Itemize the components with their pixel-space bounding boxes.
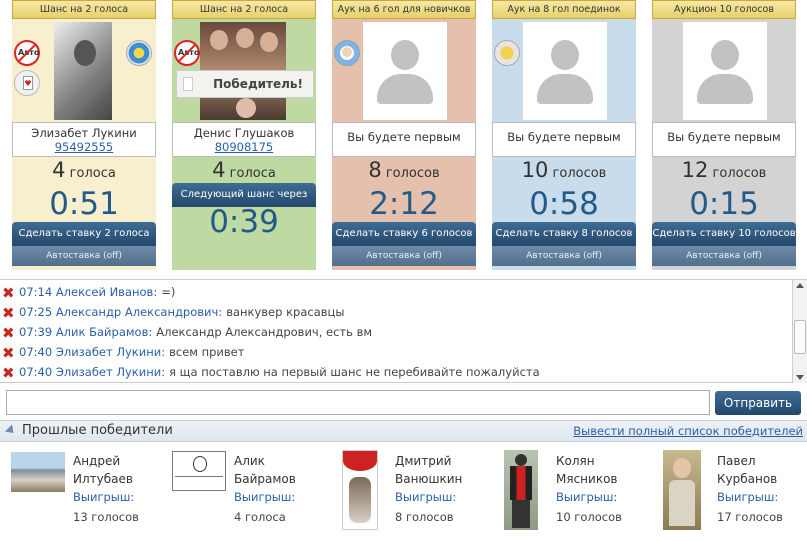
- delete-icon[interactable]: ✖: [2, 345, 16, 360]
- autobid-toggle[interactable]: Автоставка (off): [332, 246, 476, 266]
- winner-badge: Победитель!: [176, 70, 314, 98]
- newbie-icon: [334, 40, 360, 66]
- chat-message: ✖ 07:25 Александр Александрович: ванкувер …: [2, 303, 345, 322]
- chat-message: ✖ 07:40 Элизабет Лукини: всем привет: [2, 343, 245, 362]
- votes-count: 4 голоса: [52, 158, 116, 182]
- full-winners-link[interactable]: Вывести полный список победителей: [573, 424, 803, 438]
- empty-photo-placeholder: [683, 22, 767, 120]
- countdown-timer: 0:15: [689, 186, 759, 222]
- countdown-timer: 0:39: [209, 204, 279, 240]
- votes-count: 8 голосов: [368, 158, 440, 182]
- winners-title: Прошлые победители: [22, 423, 173, 438]
- votes-count: 4 голоса: [212, 158, 276, 182]
- scroll-down-icon[interactable]: [796, 375, 804, 380]
- autobid-toggle[interactable]: Автоставка (off): [492, 246, 636, 266]
- coins-icon: [494, 40, 520, 66]
- placeholder-name: Вы будете первым: [652, 122, 796, 157]
- leader-name-box: Элизабет Лукини 95492555: [12, 122, 156, 157]
- auction-title: Аук на 6 гол для новичков: [332, 0, 476, 19]
- autobid-toggle[interactable]: Автоставка (off): [12, 246, 156, 266]
- winner-avatar[interactable]: [172, 451, 226, 491]
- leader-photo: [54, 22, 112, 120]
- bid-button[interactable]: Сделать ставку 6 голосов: [332, 222, 476, 246]
- chat-message: ✖ 07:14 Алексей Иванов: =): [2, 283, 176, 302]
- delete-icon[interactable]: ✖: [2, 325, 16, 340]
- delete-icon[interactable]: ✖: [2, 285, 16, 300]
- empty-photo-placeholder: [523, 22, 607, 120]
- winner-avatar[interactable]: [342, 450, 378, 530]
- bid-button[interactable]: Сделать ставку 2 голоса: [12, 222, 156, 246]
- auction-card-4: Аук на 8 гол поединок Вы будете первым 1…: [492, 0, 636, 270]
- leader-name: Денис Глушаков: [193, 126, 295, 140]
- auction-title: Аукцион 10 голосов: [652, 0, 796, 19]
- winner-avatar[interactable]: [663, 450, 701, 530]
- countdown-timer: 2:12: [369, 186, 439, 222]
- delete-icon[interactable]: ✖: [2, 305, 16, 320]
- auction-title: Шанс на 2 голоса: [12, 0, 156, 19]
- chat-input[interactable]: [6, 390, 710, 415]
- auction-title: Шанс на 2 голоса: [172, 0, 316, 19]
- scroll-thumb[interactable]: [794, 320, 806, 354]
- votes-count: 10 голосов: [521, 158, 607, 182]
- auction-title: Аук на 8 гол поединок: [492, 0, 636, 19]
- auction-card-5: Аукцион 10 голосов Вы будете первым 12 г…: [652, 0, 796, 270]
- votes-count: 12 голосов: [681, 158, 767, 182]
- chat-message: ✖ 07:39 Алик Байрамов: Александр Александр…: [2, 323, 373, 342]
- leader-id-link[interactable]: 80908175: [173, 140, 315, 154]
- winner-avatar[interactable]: [504, 450, 538, 530]
- bid-button[interactable]: Сделать ставку 8 голосов: [492, 222, 636, 246]
- playing-card-icon: ♥: [14, 70, 40, 96]
- send-button[interactable]: Отправить: [715, 391, 801, 415]
- placeholder-name: Вы будете первым: [332, 122, 476, 157]
- leader-id-link[interactable]: 95492555: [13, 140, 155, 154]
- chat-scrollbar[interactable]: [792, 280, 807, 383]
- auction-card-3: Аук на 6 гол для новичков Вы будете перв…: [332, 0, 476, 270]
- winner-avatar[interactable]: [11, 452, 65, 492]
- leader-name-box: Денис Глушаков 80908175: [172, 122, 316, 157]
- chat-panel: ✖ 07:14 Алексей Иванов: =) ✖ 07:25 Александ…: [0, 279, 807, 383]
- no-auto-icon: Авто: [14, 40, 40, 66]
- arrow-down-icon: [4, 424, 18, 437]
- delete-icon[interactable]: ✖: [2, 365, 16, 380]
- auction-card-2: Шанс на 2 голоса Авто Победитель! Денис …: [172, 0, 316, 270]
- winners-header: Прошлые победители Вывести полный список…: [0, 420, 807, 442]
- empty-photo-placeholder: [363, 22, 447, 120]
- leader-name: Элизабет Лукини: [31, 126, 137, 140]
- countdown-timer: 0:58: [529, 186, 599, 222]
- scroll-up-icon[interactable]: [796, 283, 804, 288]
- auction-card-1: Шанс на 2 голоса Авто ♥ Элизабет Лукини …: [12, 0, 156, 270]
- placeholder-name: Вы будете первым: [492, 122, 636, 157]
- autobid-toggle[interactable]: Автоставка (off): [652, 246, 796, 266]
- countdown-timer: 0:51: [49, 186, 119, 222]
- no-auto-icon: Авто: [174, 40, 200, 66]
- chat-message: ✖ 07:40 Элизабет Лукини: я ща поставлю на …: [2, 363, 540, 382]
- bid-button[interactable]: Сделать ставку 10 голосов: [652, 222, 796, 246]
- coin-icon: [126, 40, 152, 66]
